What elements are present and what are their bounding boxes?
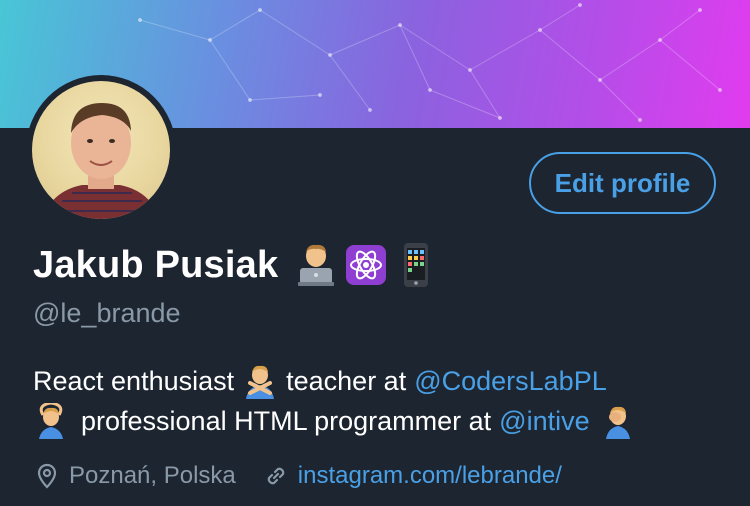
bio-line-2: professional HTML programmer at @intive	[33, 401, 636, 439]
person-gesturing-ok-icon	[33, 401, 69, 439]
profile-name: Jakub Pusiak	[33, 243, 279, 286]
profile-meta-row: Poznań, Polska instagram.com/lebrande/	[33, 458, 562, 494]
bio-line-1: React enthusiast teacher at @CodersLabPL	[33, 363, 607, 399]
profile-handle: @le_brande	[33, 298, 181, 328]
coderslab-mention-link[interactable]: @CodersLabPL	[414, 366, 607, 397]
bio-text: professional HTML programmer at	[81, 405, 492, 436]
avatar-portrait	[42, 103, 160, 219]
profile-location: Poznań, Polska	[69, 462, 236, 489]
link-icon	[262, 462, 290, 490]
bio-text: teacher at	[286, 365, 407, 396]
bio-text: React enthusiast	[33, 365, 235, 396]
atom-icon	[344, 242, 388, 288]
mobile-phone-icon	[394, 242, 438, 288]
avatar[interactable]	[32, 81, 170, 219]
avatar-frame	[26, 75, 176, 225]
technologist-icon	[294, 242, 338, 288]
intive-mention-link[interactable]: @intive	[499, 406, 589, 437]
location-pin-icon	[33, 462, 61, 490]
edit-profile-button[interactable]: Edit profile	[529, 152, 716, 214]
profile-name-row: Jakub Pusiak	[33, 240, 438, 290]
website-link[interactable]: instagram.com/lebrande/	[298, 462, 562, 490]
face-palm-icon	[600, 403, 636, 439]
person-gesturing-no-icon	[242, 363, 278, 399]
